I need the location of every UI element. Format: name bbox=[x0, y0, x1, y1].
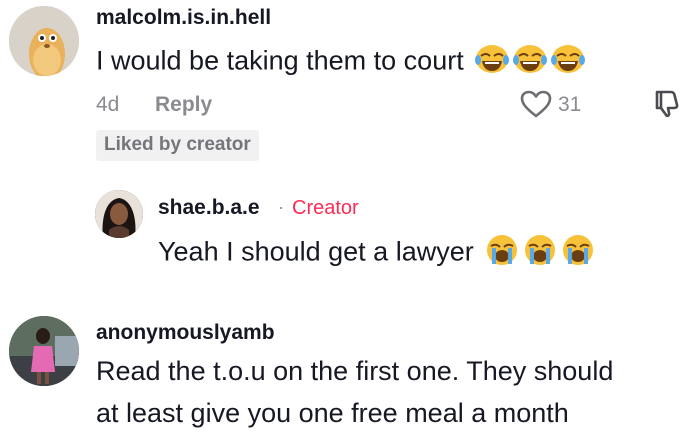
comment-username[interactable]: anonymouslyamb bbox=[96, 321, 275, 345]
comment-age: 4d bbox=[96, 93, 120, 116]
comment-text: I would be taking them to court bbox=[96, 44, 586, 81]
laughing-crying-emoji bbox=[551, 44, 586, 81]
avatar[interactable] bbox=[9, 316, 79, 386]
avatar[interactable] bbox=[9, 6, 79, 76]
loudly-crying-emoji bbox=[561, 234, 595, 273]
comment-text: Yeah I should get a lawyer bbox=[158, 234, 595, 273]
thumbs-down-icon[interactable] bbox=[652, 87, 684, 124]
creator-label: Creator bbox=[292, 197, 359, 219]
comment-text-line-1: Read the t.o.u on the first one. They sh… bbox=[96, 356, 614, 386]
duck-avatar-icon bbox=[9, 6, 79, 76]
loudly-crying-emoji bbox=[485, 234, 519, 273]
avatar[interactable] bbox=[95, 190, 143, 238]
laughing-crying-emoji bbox=[475, 44, 510, 81]
profile-photo-icon bbox=[95, 190, 143, 238]
profile-photo-icon bbox=[9, 316, 79, 386]
reply-button[interactable]: Reply bbox=[155, 93, 212, 117]
comment-username[interactable]: malcolm.is.in.hell bbox=[96, 6, 271, 30]
laughing-crying-emoji bbox=[513, 44, 548, 81]
heart-outline-icon[interactable] bbox=[519, 89, 553, 124]
comment-username[interactable]: shae.b.a.e bbox=[158, 196, 260, 220]
separator-dot: · bbox=[278, 197, 284, 217]
comment-text-line-2: at least give you one free meal a month bbox=[96, 398, 569, 428]
liked-by-creator-badge: Liked by creator bbox=[96, 130, 259, 161]
comment-body: I would be taking them to court bbox=[96, 45, 464, 76]
loudly-crying-emoji bbox=[523, 234, 557, 273]
comment-body: Yeah I should get a lawyer bbox=[158, 236, 474, 267]
like-count: 31 bbox=[558, 93, 582, 116]
